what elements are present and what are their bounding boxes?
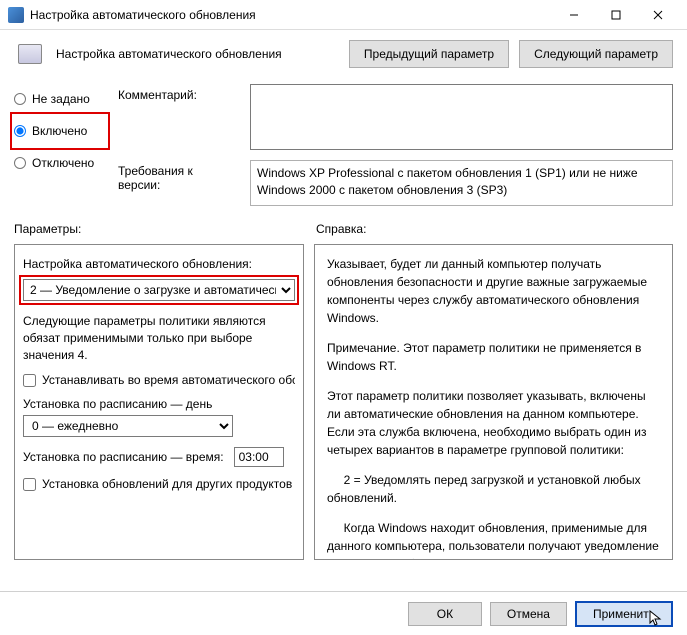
maximize-button[interactable]	[595, 1, 637, 29]
radio-enabled[interactable]: Включено	[14, 124, 106, 138]
requirements-label: Требования к версии:	[118, 160, 238, 206]
requirements-row: Требования к версии: Windows XP Professi…	[118, 160, 673, 206]
chk-other-products-input[interactable]	[23, 478, 36, 491]
chk-other-products[interactable]: Установка обновлений для других продукто…	[23, 477, 295, 491]
minimize-button[interactable]	[553, 1, 595, 29]
config-update-label: Настройка автоматического обновления:	[23, 257, 295, 271]
apply-button-label: Применить	[593, 607, 655, 621]
header-icon	[14, 40, 46, 68]
config-note: Следующие параметры политики являются об…	[23, 313, 295, 363]
ok-button[interactable]: ОК	[408, 602, 482, 626]
chk-auto-maint-label: Устанавливать во время автоматического о…	[42, 373, 295, 387]
schedule-time-row: Установка по расписанию — время:	[23, 447, 295, 467]
help-p2: Примечание. Этот параметр политики не пр…	[327, 339, 660, 375]
radio-not-set-input[interactable]	[14, 93, 26, 105]
radio-not-set[interactable]: Не задано	[14, 92, 106, 106]
requirements-value: Windows XP Professional с пакетом обновл…	[250, 160, 673, 206]
help-label: Справка:	[316, 222, 673, 236]
chk-auto-maint-input[interactable]	[23, 374, 36, 387]
help-p5: Когда Windows находит обновления, примен…	[327, 519, 660, 560]
header-title: Настройка автоматического обновления	[56, 47, 339, 61]
radio-enabled-input[interactable]	[14, 125, 26, 137]
schedule-time-input[interactable]	[234, 447, 284, 467]
params-label: Параметры:	[14, 222, 304, 236]
window-title: Настройка автоматического обновления	[30, 8, 553, 22]
fields: Комментарий: Требования к версии: Window…	[118, 84, 673, 206]
titlebar: Настройка автоматического обновления	[0, 0, 687, 30]
radio-enabled-highlight: Включено	[10, 112, 110, 150]
window-controls	[553, 1, 679, 29]
chk-auto-maint[interactable]: Устанавливать во время автоматического о…	[23, 373, 295, 387]
footer: ОК Отмена Применить	[0, 591, 687, 635]
panels: Настройка автоматического обновления: 2 …	[0, 238, 687, 566]
state-radios: Не задано Включено Отключено	[14, 84, 106, 206]
help-p3: Этот параметр политики позволяет указыва…	[327, 387, 660, 459]
next-parameter-button[interactable]: Следующий параметр	[519, 40, 673, 68]
config-select-highlight: 2 — Уведомление о загрузке и автоматичес…	[19, 275, 299, 305]
section-labels: Параметры: Справка:	[0, 218, 687, 238]
radio-disabled[interactable]: Отключено	[14, 156, 106, 170]
comment-row: Комментарий:	[118, 84, 673, 150]
upper-area: Не задано Включено Отключено Комментарий…	[0, 78, 687, 212]
radio-not-set-label: Не задано	[32, 92, 90, 106]
schedule-day-select[interactable]: 0 — ежедневно	[23, 415, 233, 437]
comment-label: Комментарий:	[118, 84, 238, 150]
chk-other-products-label: Установка обновлений для других продукто…	[42, 477, 295, 491]
help-panel[interactable]: Указывает, будет ли данный компьютер пол…	[314, 244, 673, 560]
schedule-time-label: Установка по расписанию — время:	[23, 450, 224, 464]
header: Настройка автоматического обновления Пре…	[0, 30, 687, 78]
apply-button[interactable]: Применить	[575, 601, 673, 627]
parameters-panel: Настройка автоматического обновления: 2 …	[14, 244, 304, 560]
help-p4: 2 = Уведомлять перед загрузкой и установ…	[327, 471, 660, 507]
config-update-select[interactable]: 2 — Уведомление о загрузке и автоматичес…	[23, 279, 295, 301]
close-button[interactable]	[637, 1, 679, 29]
help-p1: Указывает, будет ли данный компьютер пол…	[327, 255, 660, 327]
radio-enabled-label: Включено	[32, 124, 87, 138]
prev-parameter-button[interactable]: Предыдущий параметр	[349, 40, 509, 68]
cancel-button[interactable]: Отмена	[490, 602, 567, 626]
radio-disabled-label: Отключено	[32, 156, 94, 170]
window-icon	[8, 7, 24, 23]
schedule-day-label: Установка по расписанию — день	[23, 397, 295, 411]
comment-input[interactable]	[250, 84, 673, 150]
radio-disabled-input[interactable]	[14, 157, 26, 169]
cursor-icon	[649, 610, 663, 631]
